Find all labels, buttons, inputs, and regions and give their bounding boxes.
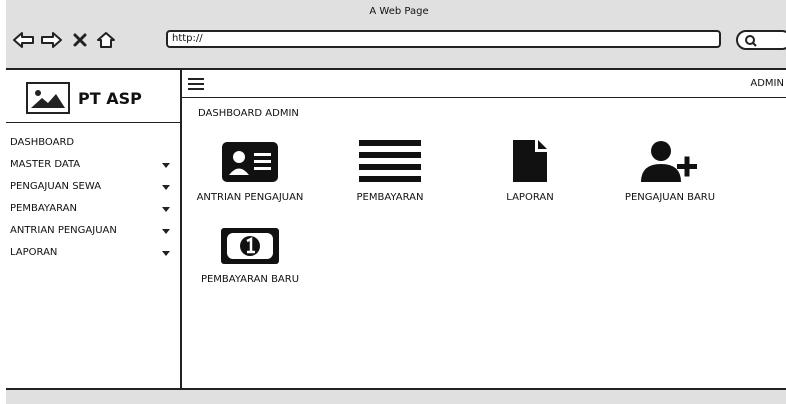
sidebar-item-laporan[interactable]: LAPORAN <box>6 242 178 264</box>
chevron-down-icon <box>162 163 170 168</box>
chevron-down-icon <box>162 251 170 256</box>
brand[interactable]: PT ASP <box>26 82 142 114</box>
search-icon <box>745 35 757 47</box>
user-label[interactable]: ADMIN <box>750 78 784 89</box>
chevron-down-icon <box>162 207 170 212</box>
add-user-icon <box>641 141 697 182</box>
document-icon <box>513 140 547 182</box>
tile-label: PEMBAYARAN <box>356 192 424 203</box>
money-bill-icon <box>221 228 279 264</box>
tile-label: PENGAJUAN BARU <box>624 192 716 203</box>
sidebar: PT ASP DASHBOARD MASTER DATA PENGAJUAN S… <box>6 70 182 388</box>
image-placeholder-icon <box>26 82 70 114</box>
hamburger-menu-icon[interactable] <box>188 78 204 92</box>
id-card-icon <box>222 142 278 182</box>
sidebar-item-master-data[interactable]: MASTER DATA <box>6 154 178 176</box>
sidebar-menu: DASHBOARD MASTER DATA PENGAJUAN SEWA PEM… <box>6 132 178 264</box>
tile-pengajuan-baru[interactable]: PENGAJUAN BARU <box>600 134 740 203</box>
browser-window: A Web Page http:// PT ASP DASHBOARD MAST… <box>6 0 786 404</box>
page-title: DASHBOARD ADMIN <box>198 108 299 119</box>
brand-name: PT ASP <box>78 88 142 108</box>
divider <box>6 122 182 123</box>
chevron-down-icon <box>162 229 170 234</box>
sidebar-item-pembayaran[interactable]: PEMBAYARAN <box>6 198 178 220</box>
divider <box>182 97 786 98</box>
sidebar-item-label: MASTER DATA <box>10 159 81 170</box>
window-title: A Web Page <box>369 6 429 17</box>
sidebar-item-dashboard[interactable]: DASHBOARD <box>6 132 178 154</box>
status-bar <box>6 388 786 404</box>
sidebar-item-label: PENGAJUAN SEWA <box>10 181 102 192</box>
tile-antrian-pengajuan[interactable]: ANTRIAN PENGAJUAN <box>180 134 320 203</box>
forward-arrow-icon[interactable] <box>39 28 63 52</box>
tile-laporan[interactable]: LAPORAN <box>460 134 600 203</box>
chevron-down-icon <box>162 185 170 190</box>
tile-label: ANTRIAN PENGAJUAN <box>196 192 304 203</box>
sidebar-item-label: PEMBAYARAN <box>10 203 77 214</box>
sidebar-item-antrian-pengajuan[interactable]: ANTRIAN PENGAJUAN <box>6 220 178 242</box>
tile-pembayaran[interactable]: PEMBAYARAN <box>320 134 460 203</box>
search-field[interactable] <box>736 30 786 50</box>
sidebar-item-label: ANTRIAN PENGAJUAN <box>10 225 117 236</box>
sidebar-item-pengajuan-sewa[interactable]: PENGAJUAN SEWA <box>6 176 178 198</box>
home-icon[interactable] <box>94 28 118 52</box>
back-arrow-icon[interactable] <box>12 28 36 52</box>
sidebar-item-label: DASHBOARD <box>10 137 75 148</box>
tile-label: LAPORAN <box>506 192 554 203</box>
tile-pembayaran-baru[interactable]: PEMBAYARAN BARU <box>180 216 320 285</box>
sidebar-item-label: LAPORAN <box>10 247 58 258</box>
browser-toolbar: A Web Page http:// <box>6 0 786 70</box>
close-x-icon[interactable] <box>68 28 92 52</box>
main-content: ADMIN DASHBOARD ADMIN ANTRIAN PENGAJUAN <box>182 70 786 388</box>
tile-label: PEMBAYARAN BARU <box>200 274 300 285</box>
url-bar[interactable]: http:// <box>166 30 721 48</box>
list-icon <box>359 140 421 182</box>
